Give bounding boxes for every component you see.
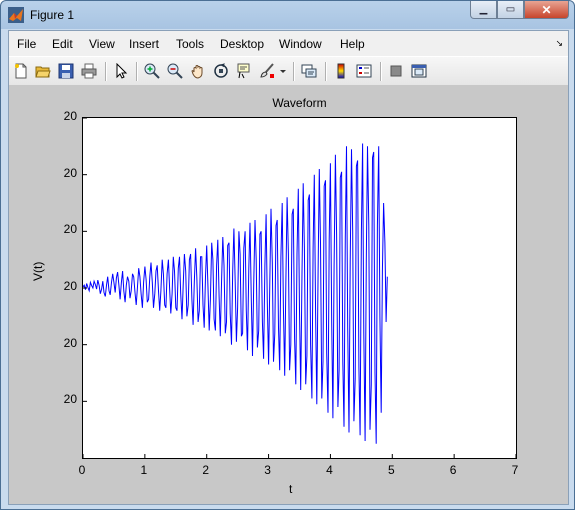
colorbar-icon[interactable] [332,62,350,80]
x-tick-label: 3 [264,463,271,477]
pan-icon[interactable] [189,62,207,80]
show-plot-tools-icon[interactable] [410,62,428,80]
title-bar[interactable]: Figure 1 ▁ ▭ ✕ [1,1,574,29]
link-plot-icon[interactable] [300,62,318,80]
menu-desktop[interactable]: Desktop [220,37,264,51]
x-tick-label: 6 [449,463,457,477]
x-tick-label: 1 [140,463,148,477]
zoom-out-icon[interactable] [166,62,184,80]
data-cursor-icon[interactable] [235,62,253,80]
plot-axes[interactable] [82,117,517,459]
menu-edit[interactable]: Edit [52,37,73,51]
menu-help[interactable]: Help [340,37,365,51]
dock-arrow-icon[interactable]: ↘ [555,38,563,49]
maximize-icon: ▭ [505,4,516,15]
y-tick-label: 20 [63,335,77,350]
legend-icon[interactable] [355,62,373,80]
matlab-logo-icon [8,7,24,23]
save-icon[interactable] [57,62,75,80]
x-axis-label: t [289,482,293,496]
y-tick-label: 20 [63,392,77,407]
y-tick-label: 20 [63,279,77,293]
pointer-icon[interactable] [112,62,130,80]
print-icon[interactable] [80,62,98,80]
close-icon: ✕ [541,2,552,17]
x-tick-label: 0 [78,463,86,477]
waveform-plot [83,118,516,458]
y-axis-label: V(t) [31,261,45,281]
waveform-line [83,143,388,444]
menu-window[interactable]: Window [279,37,322,51]
zoom-in-icon[interactable] [143,62,161,80]
figure-client-area: File Edit View Insert Tools Desktop Wind… [8,30,569,505]
rotate-3d-icon[interactable] [212,62,230,80]
x-tick-label: 2 [202,463,210,477]
close-button[interactable]: ✕ [524,1,569,19]
maximize-button[interactable]: ▭ [497,1,524,19]
menu-file[interactable]: File [17,37,36,51]
open-file-icon[interactable] [34,62,52,80]
y-tick-label: 20 [63,165,77,180]
minimize-icon: ▁ [479,4,488,15]
y-tick-label: 20 [63,222,77,237]
x-tick-label: 5 [387,463,395,477]
hide-plot-tools-icon[interactable] [387,62,405,80]
figure-window: Figure 1 ▁ ▭ ✕ File Edit View Insert Too… [0,0,575,510]
plot-title: Waveform [272,96,327,110]
brush-icon[interactable] [258,62,276,80]
window-title: Figure 1 [30,8,75,22]
figure-toolbar [9,56,568,86]
x-tick-label: 7 [511,463,519,477]
y-tick-label: 20 [63,109,77,123]
new-figure-icon[interactable] [12,62,30,80]
figure-canvas: Waveform 20 20 20 20 20 20 0 1 2 3 4 5 6 7 t V(t) [9,85,568,504]
menu-bar: File Edit View Insert Tools Desktop Wind… [9,31,568,55]
minimize-button[interactable]: ▁ [470,1,497,19]
x-tick-label: 4 [326,463,333,477]
menu-view[interactable]: View [89,37,115,51]
brush-dropdown-icon[interactable] [278,62,288,80]
menu-tools[interactable]: Tools [176,37,204,51]
menu-insert[interactable]: Insert [129,37,159,51]
